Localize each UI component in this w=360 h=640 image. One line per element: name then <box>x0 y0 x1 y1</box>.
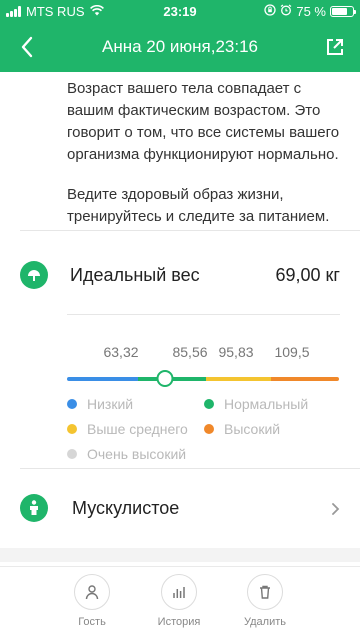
section-divider <box>20 230 360 231</box>
share-icon <box>327 39 343 55</box>
weight-scale: 63,32 85,56 95,83 109,5 <box>67 344 339 394</box>
scale-tick: 109,5 <box>274 344 310 360</box>
body-type-icon <box>20 494 48 522</box>
scale-indicator <box>156 370 174 387</box>
weight-icon <box>20 261 48 289</box>
page-title: Анна 20 июня,23:16 <box>101 37 259 56</box>
scale-bar <box>67 377 339 381</box>
history-button[interactable]: История <box>139 574 219 628</box>
battery-percent: 75 % <box>296 4 326 19</box>
bar-chart-icon <box>161 574 197 610</box>
legend-item-high: Высокий <box>204 421 280 437</box>
navigation-bar: Анна 20 июня,23:16 <box>0 22 360 72</box>
history-label: История <box>157 616 201 628</box>
guest-label: Гость <box>78 616 106 628</box>
legend-item-above-average: Выше среднего <box>67 421 188 437</box>
status-right: 75 % <box>264 4 356 19</box>
description-advice: Ведите здоровый образ жизни, тренируйтес… <box>67 186 330 225</box>
section-separator <box>0 548 360 562</box>
scale-segment-high <box>270 377 339 381</box>
scale-legend: Низкий Нормальный Выше среднего Высокий … <box>67 396 339 466</box>
legend-dot <box>67 399 77 409</box>
legend-dot <box>204 424 214 434</box>
legend-dot <box>204 399 214 409</box>
legend-item-low: Низкий <box>67 396 133 412</box>
back-button[interactable] <box>14 34 40 60</box>
row-divider <box>67 314 340 315</box>
scale-segment-low <box>67 377 138 381</box>
scale-tick: 95,83 <box>218 344 254 360</box>
body-age-description: Возраст вашего тела совпадает с вашим фа… <box>0 72 360 228</box>
alarm-icon <box>280 4 292 19</box>
legend-dot <box>67 424 77 434</box>
legend-dot <box>67 449 77 459</box>
legend-label: Высокий <box>224 421 281 437</box>
ideal-weight-value: 69,00 кг <box>275 265 341 285</box>
chevron-left-icon <box>21 36 33 58</box>
scale-segment-above-average <box>205 377 271 381</box>
share-button[interactable] <box>322 34 348 60</box>
body-type-label: Мускулистое <box>72 498 180 518</box>
legend-label: Низкий <box>87 396 134 412</box>
guest-button[interactable]: Гость <box>52 574 132 628</box>
legend-label: Нормальный <box>224 396 309 412</box>
ideal-weight-label: Идеальный вес <box>70 265 200 285</box>
legend-label: Очень высокий <box>87 446 187 462</box>
delete-label: Удалить <box>244 616 286 628</box>
scale-tick: 63,32 <box>103 344 139 360</box>
status-bar: MTS RUS 23:19 75 % <box>0 0 360 22</box>
bottom-toolbar: Гость История Удалить <box>0 566 360 640</box>
report-content[interactable]: Возраст вашего тела совпадает с вашим фа… <box>0 72 360 566</box>
legend-label: Выше среднего <box>87 421 188 437</box>
legend-item-normal: Нормальный <box>204 396 308 412</box>
legend-item-very-high: Очень высокий <box>67 446 186 462</box>
description-paragraph: Возраст вашего тела совпадает с вашим фа… <box>67 80 340 163</box>
delete-button[interactable]: Удалить <box>225 574 305 628</box>
lock-rotation-icon <box>264 4 277 19</box>
scale-ticks: 63,32 85,56 95,83 109,5 <box>67 344 339 364</box>
battery-icon <box>330 6 356 17</box>
trash-icon <box>247 574 283 610</box>
user-icon <box>74 574 110 610</box>
scale-tick: 85,56 <box>172 344 208 360</box>
chevron-right-icon <box>331 502 340 521</box>
section-divider <box>20 468 360 469</box>
